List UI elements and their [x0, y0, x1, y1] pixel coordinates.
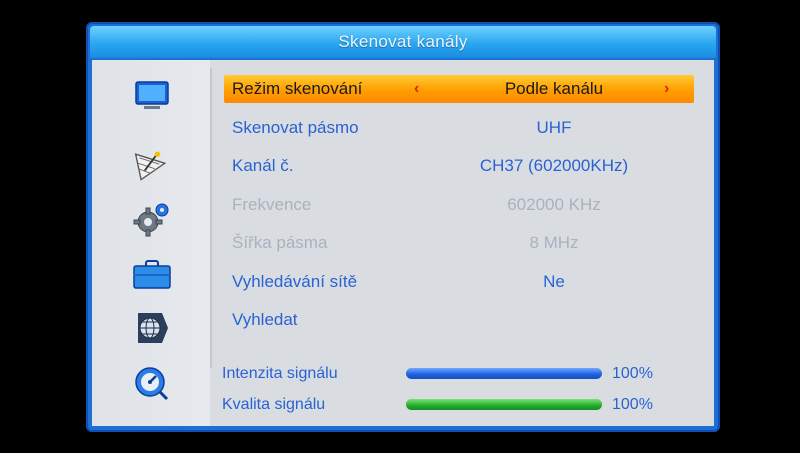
satellite-dish-icon[interactable]: [132, 148, 172, 184]
signal-intensity-label: Intenzita signálu: [222, 365, 338, 382]
scan-band-label: Skenovat pásmo: [232, 118, 359, 137]
bandwidth-label: Šířka pásma: [232, 233, 328, 252]
menu-row-bandwidth: Šířka pásma 8 MHz: [224, 229, 694, 257]
signal-intensity: Intenzita signálu 100%: [220, 362, 690, 386]
briefcase-icon[interactable]: [132, 256, 172, 292]
menu-row-search[interactable]: Vyhledat: [224, 306, 694, 334]
channel-no-value: CH37 (602000KHz): [479, 156, 629, 175]
dial-icon[interactable]: [132, 364, 172, 401]
signal-intensity-percent: 100%: [612, 365, 653, 382]
scan-channels-window: Skenovat kanály Režim skenování ‹ Podle …: [86, 22, 720, 432]
signal-intensity-fill: [406, 368, 602, 379]
tv-icon[interactable]: [132, 78, 172, 114]
main-panel: Režim skenování ‹ Podle kanálu › Skenova…: [92, 60, 714, 426]
menu-row-frequency: Frekvence 602000 KHz: [224, 191, 694, 219]
globe-icon[interactable]: [132, 310, 172, 346]
gear-icon[interactable]: [132, 202, 172, 238]
signal-quality-label: Kvalita signálu: [222, 396, 326, 413]
frequency-value: 602000 KHz: [507, 195, 601, 214]
bandwidth-value: 8 MHz: [529, 233, 579, 252]
scan-mode-value: Podle kanálu: [504, 79, 604, 98]
network-search-label: Vyhledávání sítě: [232, 272, 358, 291]
signal-quality-bar: [406, 399, 602, 410]
chevron-right-icon[interactable]: ›: [664, 75, 669, 103]
sidebar: [92, 60, 210, 426]
signal-quality: Kvalita signálu 100%: [220, 393, 690, 417]
frequency-label: Frekvence: [232, 195, 312, 214]
signal-intensity-bar: [406, 368, 602, 379]
signal-quality-fill: [406, 399, 602, 410]
settings-content: Režim skenování ‹ Podle kanálu › Skenova…: [220, 60, 714, 426]
menu-row-channel-no[interactable]: Kanál č. CH37 (602000KHz): [224, 152, 694, 180]
scan-band-value: UHF: [536, 118, 572, 137]
window-title: Skenovat kanály: [90, 26, 716, 58]
channel-no-label: Kanál č.: [232, 156, 294, 175]
menu-row-scan-mode[interactable]: Režim skenování ‹ Podle kanálu ›: [224, 75, 694, 103]
menu-row-scan-band[interactable]: Skenovat pásmo UHF: [224, 114, 694, 142]
signal-quality-percent: 100%: [612, 396, 653, 413]
search-label: Vyhledat: [232, 310, 298, 329]
chevron-left-icon[interactable]: ‹: [414, 75, 419, 103]
sidebar-divider: [210, 68, 212, 368]
scan-mode-label: Režim skenování: [232, 79, 363, 98]
network-search-value: Ne: [543, 272, 565, 291]
menu-row-network-search[interactable]: Vyhledávání sítě Ne: [224, 268, 694, 296]
